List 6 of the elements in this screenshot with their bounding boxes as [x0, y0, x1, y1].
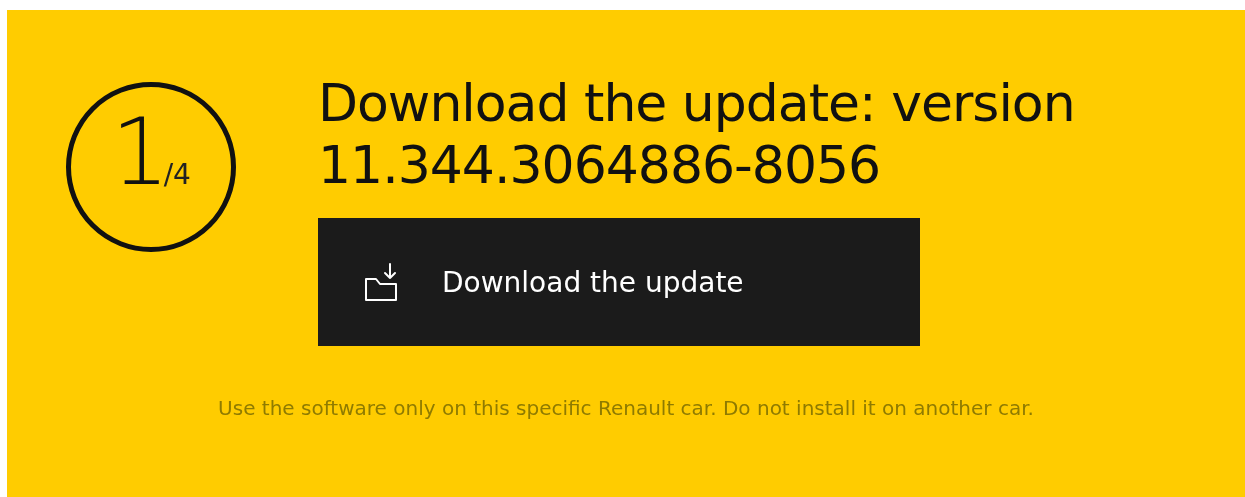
download-button[interactable]: Download the update — [318, 218, 920, 346]
disclaimer-text: Use the software only on this specific Renault car. Do not install it on another car. — [217, 396, 1035, 420]
update-title: Download the update: version 11.344.3064886-8056 — [318, 72, 1076, 196]
step-total: /4 — [163, 158, 191, 191]
step-number: 1 — [111, 107, 164, 199]
download-folder-icon — [364, 262, 398, 302]
